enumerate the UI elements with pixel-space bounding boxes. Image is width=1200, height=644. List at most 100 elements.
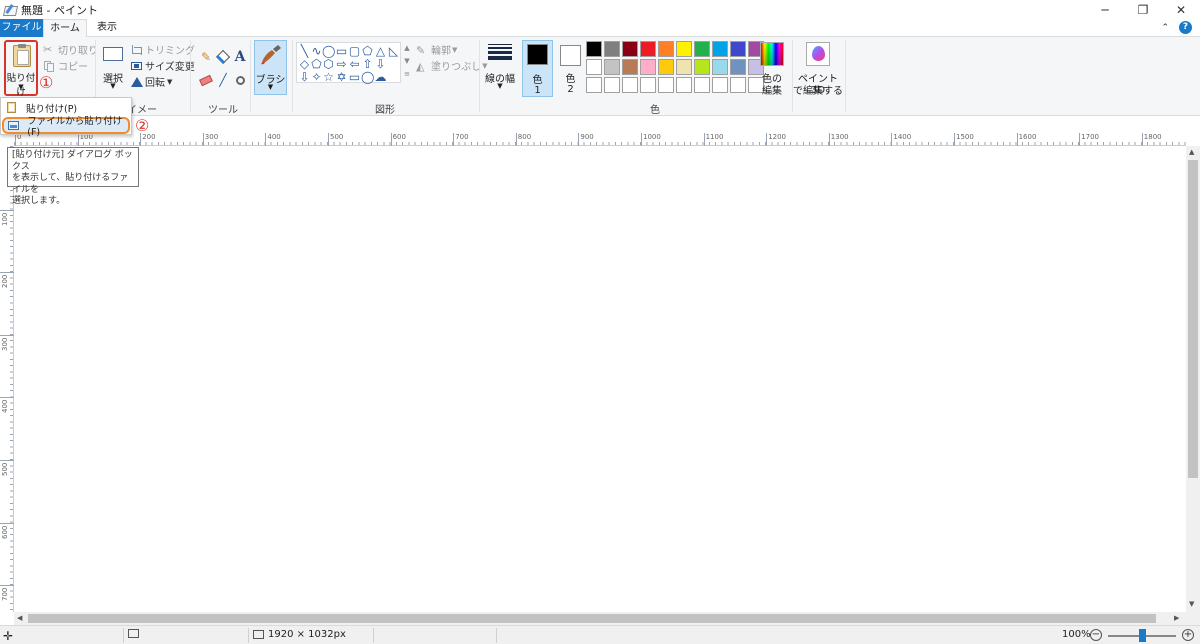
tab-file[interactable]: ファイル bbox=[0, 19, 43, 37]
color1-swatch bbox=[527, 44, 548, 65]
palette-swatch[interactable] bbox=[640, 59, 656, 75]
edit-colors-label-2[interactable]: 編集 bbox=[756, 82, 788, 97]
palette-swatch[interactable] bbox=[676, 77, 692, 93]
palette-swatch[interactable] bbox=[604, 59, 620, 75]
rotate-button[interactable]: 回転 ▼ bbox=[130, 74, 172, 89]
brush-button[interactable]: ブラシ ▼ bbox=[254, 40, 287, 95]
color2-label[interactable]: 色 bbox=[556, 70, 585, 85]
trim-button[interactable]: トリミング bbox=[130, 42, 195, 57]
ruler-tick bbox=[954, 133, 955, 146]
palette-swatch[interactable] bbox=[694, 77, 710, 93]
rotate-chevron-icon: ▼ bbox=[167, 77, 173, 86]
magnifier-icon[interactable] bbox=[232, 72, 248, 88]
palette-swatch[interactable] bbox=[622, 77, 638, 93]
palette-swatch[interactable] bbox=[730, 77, 746, 93]
palette-swatch[interactable] bbox=[586, 59, 602, 75]
line-width-chevron-icon[interactable]: ▼ bbox=[483, 82, 517, 90]
ruler-label: 1100 bbox=[705, 133, 724, 141]
palette-swatch[interactable] bbox=[640, 77, 656, 93]
drawing-canvas[interactable] bbox=[15, 147, 1186, 612]
palette-swatch[interactable] bbox=[712, 59, 728, 75]
ruler-label: 400 bbox=[267, 133, 281, 141]
horizontal-scroll-thumb[interactable] bbox=[28, 614, 1156, 623]
color1-button[interactable]: 色 1 bbox=[522, 40, 553, 97]
text-tool-icon[interactable]: A bbox=[232, 49, 248, 65]
palette-swatch[interactable] bbox=[676, 41, 692, 57]
zoom-in-icon[interactable]: + bbox=[1182, 629, 1194, 641]
palette-swatch[interactable] bbox=[694, 41, 710, 57]
pencil-icon[interactable]: ✎ bbox=[198, 49, 214, 65]
palette-swatch[interactable] bbox=[712, 41, 728, 57]
palette-swatch[interactable] bbox=[622, 41, 638, 57]
callout-cloud-icon[interactable]: ☁ bbox=[374, 71, 387, 84]
canvas-size-text: 1920 × 1032px bbox=[268, 629, 346, 640]
color2-num[interactable]: 2 bbox=[556, 84, 585, 95]
palette-swatch[interactable] bbox=[694, 59, 710, 75]
palette-swatch[interactable] bbox=[622, 59, 638, 75]
scroll-right-icon[interactable]: ▶ bbox=[1174, 614, 1179, 622]
select-rect-icon[interactable] bbox=[103, 47, 123, 61]
outline-button[interactable]: ✎ 輪郭 ▼ bbox=[416, 42, 457, 58]
color2-swatch[interactable] bbox=[560, 45, 581, 66]
paste-button[interactable]: 貼り付け ▼ bbox=[4, 40, 38, 98]
scroll-up-icon[interactable]: ▲ bbox=[1189, 148, 1194, 156]
paint3d-label-2[interactable]: で編集する bbox=[793, 82, 843, 97]
palette-swatch[interactable] bbox=[730, 41, 746, 57]
scroll-left-icon[interactable]: ◀ bbox=[17, 614, 22, 622]
fill-bucket-icon[interactable] bbox=[215, 49, 231, 65]
close-button[interactable]: ✕ bbox=[1162, 0, 1200, 19]
zoom-out-icon[interactable]: − bbox=[1090, 629, 1102, 641]
select-chevron-icon[interactable]: ▼ bbox=[100, 82, 126, 90]
cut-button[interactable]: ✂ 切り取り bbox=[43, 42, 98, 57]
zoom-slider-thumb[interactable] bbox=[1139, 629, 1146, 642]
palette-swatch[interactable] bbox=[712, 77, 728, 93]
line-width-icon[interactable] bbox=[488, 44, 512, 62]
palette-swatch[interactable] bbox=[676, 59, 692, 75]
tab-home[interactable]: ホーム bbox=[43, 19, 87, 38]
copy-button[interactable]: コピー bbox=[43, 58, 88, 73]
palette-swatch[interactable] bbox=[604, 41, 620, 57]
vertical-scrollbar[interactable]: ▲ ▼ bbox=[1186, 146, 1200, 612]
fill-button[interactable]: ◭ 塗りつぶし ▼ bbox=[416, 58, 488, 74]
minimize-button[interactable]: ─ bbox=[1086, 0, 1124, 19]
ruler-tick bbox=[0, 397, 14, 399]
scroll-down-icon[interactable]: ▼ bbox=[1189, 600, 1194, 608]
color-picker-icon[interactable]: ╱ bbox=[215, 72, 231, 88]
palette-swatch[interactable] bbox=[586, 77, 602, 93]
palette-swatch[interactable] bbox=[604, 77, 620, 93]
collapse-ribbon-icon[interactable]: ⌃ bbox=[1161, 23, 1169, 33]
shapes-scroll[interactable]: ▲ ▼ ≡ bbox=[402, 42, 412, 83]
cursor-position-icon: ✛ bbox=[3, 629, 14, 643]
copy-label: コピー bbox=[58, 62, 88, 73]
resize-button[interactable]: サイズ変更 bbox=[130, 58, 195, 73]
palette-swatch[interactable] bbox=[640, 41, 656, 57]
tab-view[interactable]: 表示 bbox=[87, 19, 127, 37]
palette-swatch[interactable] bbox=[658, 77, 674, 93]
paste-icon bbox=[6, 102, 17, 113]
palette-swatch[interactable] bbox=[658, 41, 674, 57]
help-icon[interactable]: ? bbox=[1179, 21, 1192, 34]
callout-oval-icon[interactable]: ◯ bbox=[361, 71, 374, 84]
eraser-icon[interactable] bbox=[198, 72, 214, 88]
palette-swatch[interactable] bbox=[658, 59, 674, 75]
rotate-icon bbox=[130, 76, 143, 88]
restore-button[interactable]: ❐ bbox=[1124, 0, 1162, 19]
ruler-tick bbox=[703, 133, 705, 146]
edit-colors-icon[interactable] bbox=[760, 42, 784, 66]
ruler-label: 700 bbox=[455, 133, 469, 141]
ruler-tick bbox=[0, 460, 14, 461]
ruler-tick bbox=[0, 209, 14, 211]
ruler-tick bbox=[453, 133, 455, 146]
six-point-star-icon[interactable]: ✡ bbox=[335, 71, 348, 84]
right-triangle-shape-icon[interactable]: ◺ bbox=[387, 45, 400, 58]
vertical-scroll-thumb[interactable] bbox=[1188, 160, 1198, 478]
five-point-star-icon[interactable]: ☆ bbox=[322, 71, 335, 84]
menu-item-paste-from-file[interactable]: ファイルから貼り付け(F) bbox=[2, 116, 130, 138]
callout-rect-icon[interactable]: ▭ bbox=[348, 71, 361, 84]
horizontal-scrollbar[interactable]: ◀ ▶ bbox=[14, 612, 1186, 625]
paint3d-icon[interactable] bbox=[806, 42, 830, 66]
palette-swatch[interactable] bbox=[730, 59, 746, 75]
fill-label: 塗りつぶし bbox=[431, 62, 482, 73]
fill-icon: ◭ bbox=[416, 59, 425, 73]
palette-swatch[interactable] bbox=[586, 41, 602, 57]
